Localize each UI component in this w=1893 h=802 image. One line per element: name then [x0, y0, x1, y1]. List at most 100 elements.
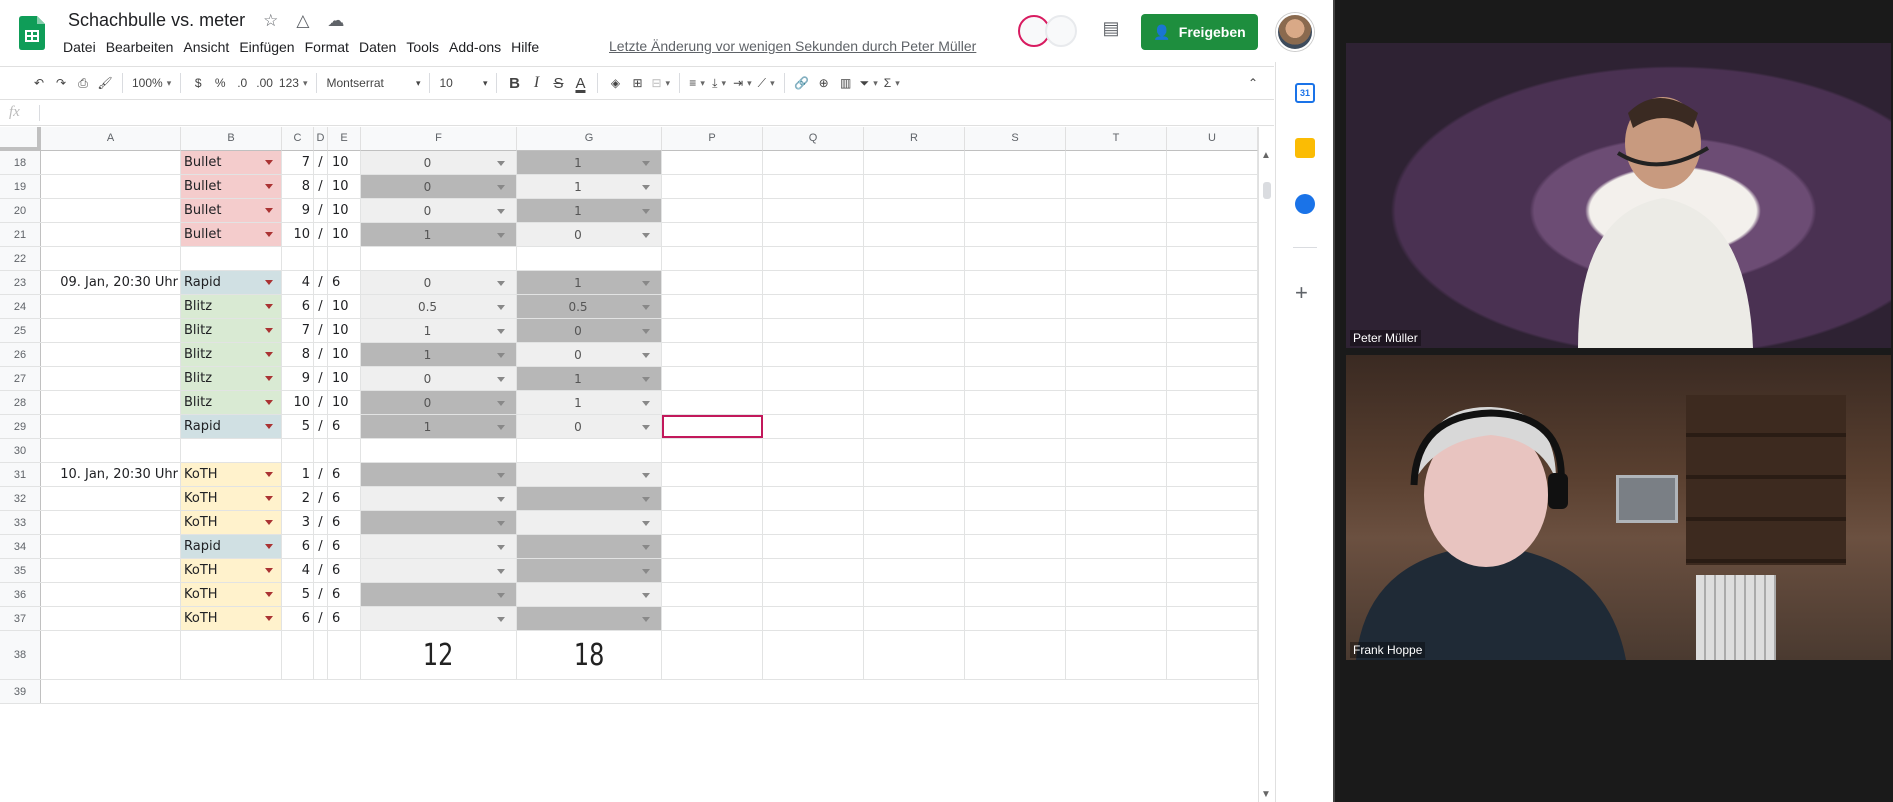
empty-cell[interactable]	[1066, 535, 1167, 558]
row-number[interactable]: 24	[0, 295, 41, 318]
empty-cell[interactable]	[763, 151, 864, 174]
game-type-cell[interactable]: KoTH	[181, 559, 282, 582]
font-size-select[interactable]: 10	[436, 70, 490, 96]
game-total-cell[interactable]: 6	[328, 607, 361, 630]
empty-cell[interactable]	[41, 631, 181, 679]
dropdown-arrow-icon[interactable]	[497, 208, 505, 214]
separator-cell[interactable]: /	[314, 271, 328, 294]
empty-cell[interactable]	[763, 391, 864, 414]
decrease-decimals-button[interactable]: .0	[231, 70, 253, 96]
dropdown-arrow-icon[interactable]	[497, 328, 505, 334]
add-addon-icon[interactable]: +	[1295, 280, 1308, 306]
video-tile-frank[interactable]: Frank Hoppe	[1346, 355, 1891, 660]
date-cell[interactable]	[41, 319, 181, 342]
empty-cell[interactable]	[662, 607, 763, 630]
game-total-cell[interactable]: 10	[328, 175, 361, 198]
menu-daten[interactable]: Daten	[354, 37, 401, 57]
score-f-cell[interactable]: 1	[361, 415, 517, 438]
collaborator-avatar[interactable]	[1045, 15, 1077, 47]
date-cell[interactable]	[41, 343, 181, 366]
score-g-cell[interactable]: 1	[517, 271, 662, 294]
empty-cell[interactable]	[965, 415, 1066, 438]
score-g-cell[interactable]	[517, 463, 662, 486]
empty-cell[interactable]	[1066, 415, 1167, 438]
empty-cell[interactable]	[1167, 247, 1258, 270]
empty-cell[interactable]	[763, 271, 864, 294]
game-total-cell[interactable]: 10	[328, 199, 361, 222]
empty-cell[interactable]	[1167, 439, 1258, 462]
empty-cell[interactable]	[1066, 583, 1167, 606]
filter-icon[interactable]: ⏷	[857, 70, 881, 96]
row-number[interactable]: 35	[0, 559, 41, 582]
dropdown-arrow-icon[interactable]	[497, 472, 505, 478]
date-cell[interactable]	[41, 151, 181, 174]
total-f-cell[interactable]: 12	[361, 631, 517, 679]
dropdown-arrow-icon[interactable]	[265, 303, 273, 309]
empty-cell[interactable]	[1167, 175, 1258, 198]
empty-cell[interactable]	[965, 343, 1066, 366]
empty-cell[interactable]	[1066, 295, 1167, 318]
score-g-cell[interactable]: 1	[517, 175, 662, 198]
game-number-cell[interactable]: 3	[282, 511, 314, 534]
empty-cell[interactable]	[763, 583, 864, 606]
score-g-cell[interactable]: 0.5	[517, 295, 662, 318]
game-total-cell[interactable]: 10	[328, 151, 361, 174]
menu-addons[interactable]: Add-ons	[444, 37, 506, 57]
empty-cell[interactable]	[864, 271, 965, 294]
empty-cell[interactable]	[1066, 511, 1167, 534]
empty-cell[interactable]	[763, 487, 864, 510]
game-total-cell[interactable]: 10	[328, 319, 361, 342]
row-number[interactable]: 33	[0, 511, 41, 534]
dropdown-arrow-icon[interactable]	[265, 279, 273, 285]
dropdown-arrow-icon[interactable]	[265, 615, 273, 621]
empty-cell[interactable]	[314, 631, 328, 679]
score-g-cell[interactable]: 1	[517, 367, 662, 390]
empty-cell[interactable]	[965, 463, 1066, 486]
dropdown-arrow-icon[interactable]	[265, 543, 273, 549]
empty-cell[interactable]	[864, 199, 965, 222]
empty-cell[interactable]	[864, 175, 965, 198]
score-g-cell[interactable]	[517, 439, 662, 462]
empty-cell[interactable]	[1066, 199, 1167, 222]
empty-cell[interactable]	[965, 535, 1066, 558]
empty-cell[interactable]	[864, 343, 965, 366]
game-type-cell[interactable]	[181, 247, 282, 270]
dropdown-arrow-icon[interactable]	[642, 232, 650, 238]
game-total-cell[interactable]: 6	[328, 463, 361, 486]
row-number[interactable]: 22	[0, 247, 41, 270]
empty-cell[interactable]	[864, 535, 965, 558]
score-g-cell[interactable]	[517, 559, 662, 582]
dropdown-arrow-icon[interactable]	[642, 376, 650, 382]
game-type-cell[interactable]: KoTH	[181, 583, 282, 606]
empty-cell[interactable]	[1066, 175, 1167, 198]
score-f-cell[interactable]: 0	[361, 391, 517, 414]
empty-cell[interactable]	[1066, 463, 1167, 486]
game-number-cell[interactable]: 8	[282, 343, 314, 366]
date-cell[interactable]	[41, 295, 181, 318]
date-cell[interactable]	[41, 607, 181, 630]
empty-cell[interactable]	[965, 367, 1066, 390]
date-cell[interactable]	[41, 535, 181, 558]
empty-cell[interactable]	[864, 415, 965, 438]
dropdown-arrow-icon[interactable]	[265, 159, 273, 165]
text-wrap-icon[interactable]: ⇥	[730, 70, 755, 96]
empty-cell[interactable]	[965, 583, 1066, 606]
row-number[interactable]: 30	[0, 439, 41, 462]
dropdown-arrow-icon[interactable]	[642, 424, 650, 430]
game-number-cell[interactable]: 5	[282, 583, 314, 606]
empty-cell[interactable]	[1167, 151, 1258, 174]
dropdown-arrow-icon[interactable]	[497, 232, 505, 238]
empty-cell[interactable]	[662, 175, 763, 198]
empty-cell[interactable]	[1066, 247, 1167, 270]
empty-cell[interactable]	[864, 559, 965, 582]
empty-cell[interactable]	[763, 295, 864, 318]
game-type-cell[interactable]	[181, 439, 282, 462]
cloud-status-icon[interactable]: ☁	[327, 11, 344, 31]
dropdown-arrow-icon[interactable]	[642, 184, 650, 190]
empty-cell[interactable]	[1167, 415, 1258, 438]
video-tile-peter[interactable]: Peter Müller	[1346, 43, 1891, 348]
dropdown-arrow-icon[interactable]	[642, 544, 650, 550]
game-number-cell[interactable]: 6	[282, 295, 314, 318]
empty-cell[interactable]	[864, 367, 965, 390]
dropdown-arrow-icon[interactable]	[642, 568, 650, 574]
